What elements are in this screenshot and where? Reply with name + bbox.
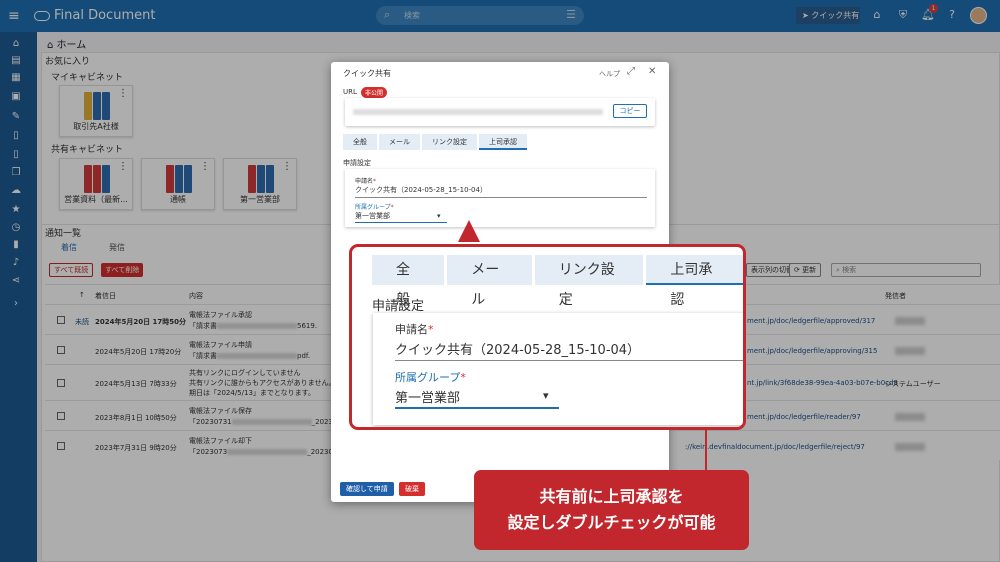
request-name-field[interactable]: クイック共有（2024-05-28_15-10-04） (355, 185, 487, 195)
required-mark: * (373, 178, 377, 185)
tab-general[interactable]: 全般 (343, 134, 377, 150)
field-underline (395, 407, 559, 409)
required-mark: * (460, 371, 466, 384)
redacted-url (353, 109, 603, 115)
request-name-label: 申請名* (355, 176, 376, 185)
zoom-tab-link-settings: リンク設定 (534, 255, 644, 308)
required-mark: * (390, 204, 394, 211)
confirm-request-button[interactable]: 確認して申請 (340, 482, 394, 496)
group-label: 所属グループ* (355, 202, 394, 211)
expand-icon[interactable]: ⤢ (627, 66, 635, 77)
group-select[interactable]: 第一営業部 (355, 211, 390, 221)
zoom-tab-approval: 上司承認 (646, 255, 743, 308)
zoom-chevron-down-icon: ▾ (543, 389, 549, 402)
tab-link-settings[interactable]: リンク設定 (422, 134, 477, 150)
request-name-label-text: 申請名 (355, 178, 374, 185)
zoom-pointer (458, 220, 480, 242)
close-icon[interactable]: ✕ (648, 66, 656, 77)
field-underline (355, 222, 447, 223)
group-label-text: 所属グループ (355, 204, 391, 211)
zoom-group-label-text: 所属グループ (395, 371, 461, 384)
zoom-tab-mail: メール (447, 255, 532, 308)
zoom-request-name-value: クイック共有（2024-05-28_15-10-04） (395, 343, 641, 358)
private-badge: 非公開 (361, 87, 388, 98)
section-title: 申請設定 (343, 159, 371, 167)
zoom-request-name-label: 申請名* (395, 321, 434, 337)
callout-connector (705, 430, 707, 470)
callout-box: 共有前に上司承認を 設定しダブルチェックが可能 (474, 470, 749, 550)
zoom-group-label: 所属グループ* (395, 369, 466, 385)
discard-button[interactable]: 破棄 (399, 482, 425, 496)
url-field[interactable]: コピー (345, 98, 655, 126)
required-mark: * (428, 323, 434, 336)
field-underline (395, 360, 743, 361)
zoom-section-title: 申請設定 (372, 299, 425, 314)
chevron-down-icon[interactable]: ▾ (437, 212, 441, 220)
url-label: URL (343, 88, 357, 96)
zoom-request-name-label-text: 申請名 (395, 323, 428, 336)
tab-approval[interactable]: 上司承認 (479, 134, 527, 150)
copy-button[interactable]: コピー (613, 104, 647, 118)
request-form: 申請名* クイック共有（2024-05-28_15-10-04） 所属グループ*… (345, 169, 655, 227)
zoom-form: 申請名* クイック共有（2024-05-28_15-10-04） 所属グループ*… (373, 313, 743, 425)
tab-mail[interactable]: メール (379, 134, 420, 150)
help-link[interactable]: ヘルプ (599, 69, 620, 79)
zoom-tab-general: 全般 (372, 255, 445, 308)
zoom-group-value: 第一営業部 (395, 391, 461, 406)
dialog-title: クイック共有 (343, 69, 391, 78)
callout-line1: 共有前に上司承認を (539, 487, 684, 506)
zoom-tabs: 全般 メール リンク設定 上司承認 (372, 255, 743, 308)
dialog-tabs: 全般 メール リンク設定 上司承認 (343, 134, 527, 150)
callout-line2: 設定しダブルチェックが可能 (507, 513, 716, 532)
zoom-inset: 全般 メール リンク設定 上司承認 申請設定 申請名* クイック共有（2024-… (349, 244, 746, 430)
field-underline (355, 197, 647, 198)
